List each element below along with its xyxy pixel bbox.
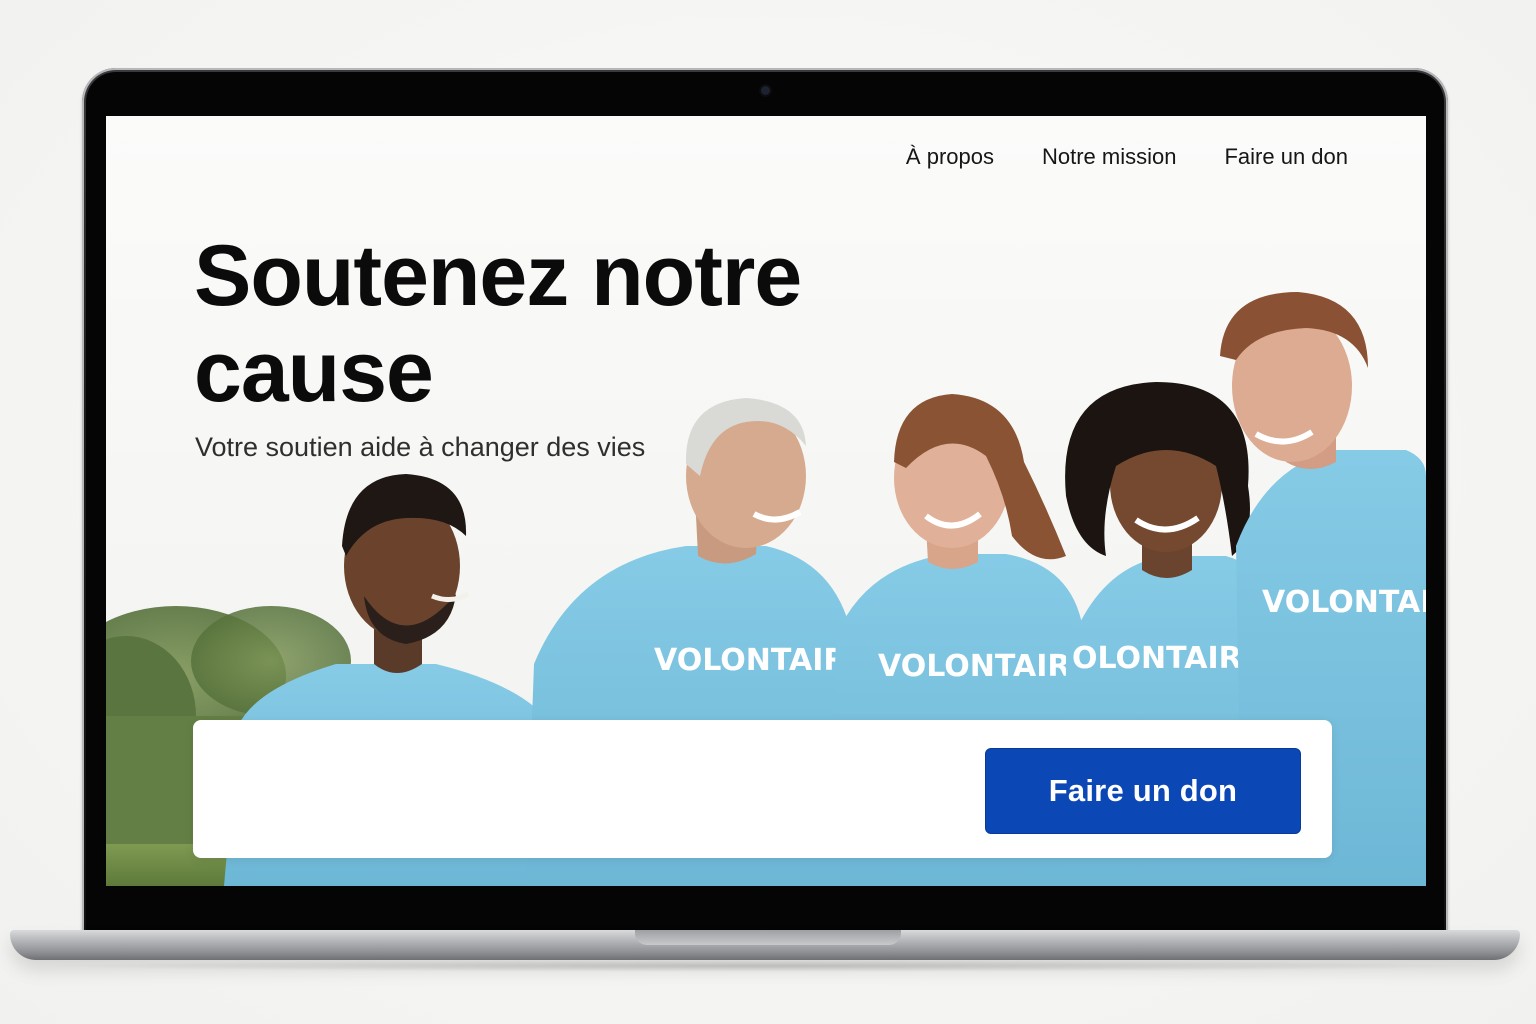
- shirt-label: VOLONTAIRE: [1262, 585, 1426, 620]
- shirt-label: OLONTAIRE: [1072, 641, 1262, 676]
- hero-subtitle: Votre soutien aide à changer des vies: [195, 432, 646, 462]
- scene: VOLONTAIRE VOLONTAIRE OLONTAIRE VOLONTAI…: [0, 0, 1536, 1024]
- camera-icon: [761, 86, 770, 95]
- main-nav: À propos Notre mission Faire un don: [906, 144, 1348, 170]
- nav-link-donate[interactable]: Faire un don: [1224, 144, 1348, 170]
- shirt-label: VOLONTAIRE: [878, 649, 1091, 684]
- website-screen: VOLONTAIRE VOLONTAIRE OLONTAIRE VOLONTAI…: [106, 116, 1426, 886]
- laptop-base: [10, 930, 1520, 960]
- nav-link-mission[interactable]: Notre mission: [1042, 144, 1176, 170]
- hero-title: Soutenez notre cause: [194, 228, 802, 420]
- donate-card: Faire un don: [193, 720, 1332, 858]
- laptop-shadow: [30, 960, 1506, 972]
- donate-button[interactable]: Faire un don: [985, 748, 1301, 834]
- laptop-notch: [635, 930, 901, 945]
- nav-link-about[interactable]: À propos: [906, 144, 994, 170]
